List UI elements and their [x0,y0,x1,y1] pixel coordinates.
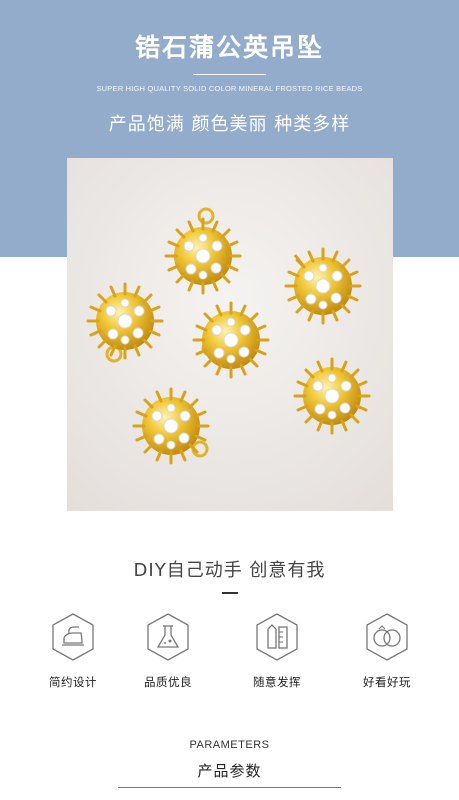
feature-list: 简约设计 品质优良 随意发挥 好看好玩 [0,612,459,692]
feature-item: 简约设计 [33,612,113,690]
product-photo [67,158,393,511]
page-title: 锆石蒲公英吊坠 [134,33,324,62]
feature-label: 品质优良 [144,675,192,689]
feature-label: 好看好玩 [363,675,411,689]
rings-icon [366,613,408,661]
iron-icon [52,613,94,661]
parameters-title-cn: 产品参数 [197,762,262,780]
feature-label: 简约设计 [49,675,97,689]
diy-divider [222,592,238,594]
feature-label: 随意发挥 [253,675,301,689]
parameters-title-en: PARAMETERS [189,739,270,751]
flask-icon [147,613,189,661]
parameters-divider [118,787,341,788]
pen-ruler-icon [256,613,298,661]
tagline: 产品饱满 颜色美丽 种类多样 [108,114,351,135]
feature-item: 好看好玩 [347,612,427,690]
pendants-illustration [67,158,393,511]
title-divider [193,74,266,75]
diy-title: DIY自己动手 创意有我 [133,560,326,581]
feature-item: 品质优良 [128,612,208,690]
feature-item: 随意发挥 [237,612,317,690]
subtitle-english: SUPER HIGH QUALITY SOLID COLOR MINERAL F… [96,84,363,93]
